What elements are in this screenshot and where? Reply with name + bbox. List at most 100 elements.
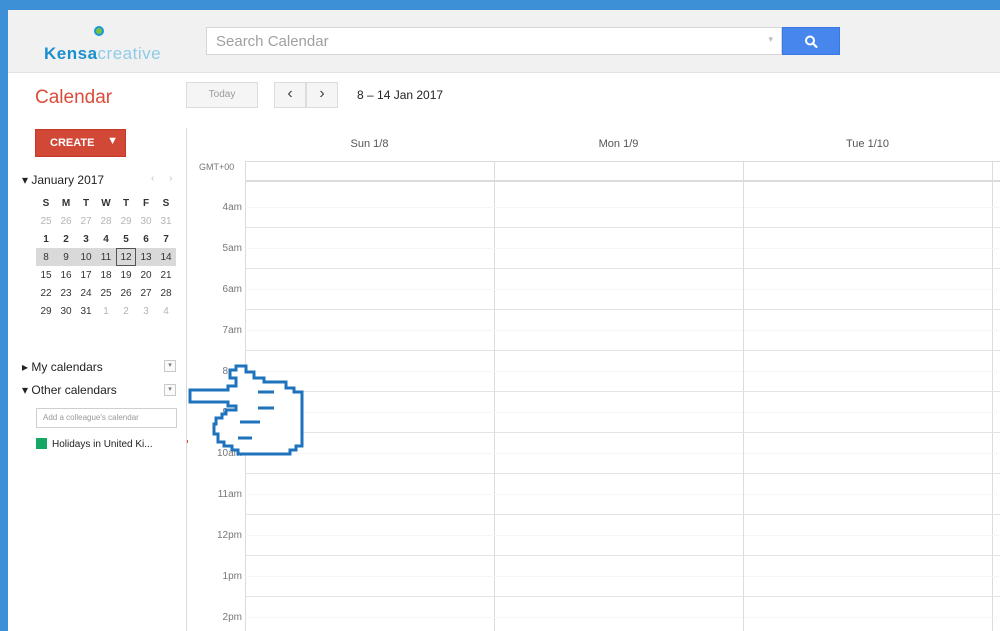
mini-calendar-day[interactable]: 29 [116,212,136,230]
hour-gridline [245,555,1000,556]
mini-calendar-day[interactable]: 29 [36,302,56,320]
mini-calendar-day[interactable]: 20 [136,266,156,284]
mini-calendar-day[interactable]: 8 [36,248,56,266]
my-calendars-menu-button[interactable]: ▾ [164,360,176,372]
mini-calendar-day[interactable]: 30 [136,212,156,230]
hour-label: 6am [222,284,242,295]
timezone-label: GMT+00 [199,162,235,172]
mini-calendar-day[interactable]: 14 [156,248,176,266]
mini-calendar-day[interactable]: 1 [96,302,116,320]
hour-gridline [245,227,1000,228]
mini-calendar: S M T W T F S 25 26 27 28 29 30 31 1 2 3 4 5 6 7 8 9 10 11 12 13 14… [36,194,176,320]
half-hour-gridline [245,370,1000,372]
create-button[interactable]: CREATE ▼ [35,129,126,157]
mini-calendar-day[interactable]: 10 [76,248,96,266]
collapse-arrow-icon: ▾ [22,383,29,397]
all-day-row[interactable] [245,161,1000,182]
weekday-label: F [142,197,150,209]
mini-calendar-day[interactable]: 9 [56,248,76,266]
mini-calendar-day[interactable]: 24 [76,284,96,302]
mini-calendar-week[interactable]: 15 16 17 18 19 20 21 [36,266,176,284]
mini-calendar-month-label: January 2017 [31,173,105,187]
mini-calendar-day[interactable]: 21 [156,266,176,284]
hour-gridline [245,391,1000,392]
day-header-mon[interactable]: Mon 1/9 [494,138,743,150]
search-button[interactable] [782,27,840,55]
weekday-label: T [122,197,130,209]
mini-calendar-week[interactable]: 25 26 27 28 29 30 31 [36,212,176,230]
mini-calendar-day[interactable]: 26 [116,284,136,302]
mini-calendar-day[interactable]: 2 [56,230,76,248]
mini-calendar-day[interactable]: 27 [136,284,156,302]
today-button[interactable]: Today [186,82,258,108]
hour-label: 11am [217,489,242,500]
day-header-sun[interactable]: Sun 1/8 [245,138,494,150]
mini-calendar-day[interactable]: 31 [156,212,176,230]
mini-calendar-week[interactable]: 22 23 24 25 26 27 28 [36,284,176,302]
mini-calendar-day[interactable]: 7 [156,230,176,248]
day-header-tue[interactable]: Tue 1/10 [743,138,992,150]
dropdown-icon: ▾ [168,386,172,393]
mini-calendar-day[interactable]: 11 [96,248,116,266]
my-calendars-toggle[interactable]: ▸ My calendars [22,360,103,374]
add-colleague-calendar-input[interactable]: Add a colleague's calendar [36,408,177,428]
logo-text-light: creative [97,44,162,63]
mini-calendar-month[interactable]: ▾ January 2017 [22,173,104,187]
weekday-label: T [82,197,90,209]
dropdown-icon: ▾ [168,362,172,369]
mini-calendar-day[interactable]: 3 [76,230,96,248]
mini-calendar-day[interactable]: 2 [116,302,136,320]
mini-calendar-day[interactable]: 28 [156,284,176,302]
caret-down-icon[interactable]: ▼ [107,135,118,147]
prev-week-button[interactable]: ‹ [274,82,306,108]
mini-calendar-day[interactable]: 4 [156,302,176,320]
search-placeholder: Search Calendar [216,33,329,50]
calendar-item-holidays[interactable]: Holidays in United Ki... [36,438,153,450]
next-week-button[interactable]: › [306,82,338,108]
mini-calendar-day[interactable]: 26 [56,212,76,230]
search-options-caret-icon[interactable]: ▾ [768,34,773,45]
chevron-left-icon: ‹ [287,85,293,102]
mini-calendar-week[interactable]: 1234567 [36,230,176,248]
date-range-label: 8 – 14 Jan 2017 [357,88,444,102]
mini-calendar-day[interactable]: 25 [96,284,116,302]
logo-wordmark: Kensacreative [44,44,161,64]
kensa-logo[interactable]: Kensacreative [36,24,176,64]
other-calendars-menu-button[interactable]: ▾ [164,384,176,396]
mini-calendar-day[interactable]: 16 [56,266,76,284]
mini-calendar-week[interactable]: 8 9 10 11 12 13 14 [36,248,176,266]
half-hour-gridline [245,616,1000,618]
mini-calendar-day[interactable]: 5 [116,230,136,248]
mini-calendar-day[interactable]: 12 [116,248,136,266]
half-hour-gridline [245,575,1000,577]
week-grid[interactable]: Sun 1/8 Mon 1/9 Tue 1/10 GMT+00 4am 5am 6a… [186,128,1000,631]
search-input[interactable]: Search Calendar ▾ [206,27,782,55]
mini-calendar-day[interactable]: 13 [136,248,156,266]
mini-calendar-day[interactable]: 22 [36,284,56,302]
hour-gridline [245,432,1000,433]
mini-calendar-day[interactable]: 1 [36,230,56,248]
mini-calendar-day[interactable]: 3 [136,302,156,320]
calendar-color-swatch[interactable] [36,438,47,449]
search-icon [805,35,818,49]
mini-calendar-day[interactable]: 15 [36,266,56,284]
hour-gridline [245,596,1000,597]
mini-calendar-day[interactable]: 28 [96,212,116,230]
mini-calendar-day[interactable]: 25 [36,212,56,230]
mini-calendar-day[interactable]: 19 [116,266,136,284]
mini-calendar-day[interactable]: 31 [76,302,96,320]
mini-calendar-day[interactable]: 4 [96,230,116,248]
mini-calendar-day[interactable]: 30 [56,302,76,320]
mini-calendar-day[interactable]: 23 [56,284,76,302]
mini-calendar-nav[interactable]: ‹ › [151,173,178,184]
other-calendars-toggle[interactable]: ▾ Other calendars [22,383,117,397]
hour-gridline [245,268,1000,269]
weekday-label: M [61,197,71,209]
weekday-label: S [162,197,170,209]
mini-calendar-day[interactable]: 17 [76,266,96,284]
mini-calendar-day[interactable]: 6 [136,230,156,248]
my-calendars-label: My calendars [31,360,103,374]
mini-calendar-day[interactable]: 27 [76,212,96,230]
mini-calendar-day[interactable]: 18 [96,266,116,284]
mini-calendar-week[interactable]: 29 30 31 1 2 3 4 [36,302,176,320]
